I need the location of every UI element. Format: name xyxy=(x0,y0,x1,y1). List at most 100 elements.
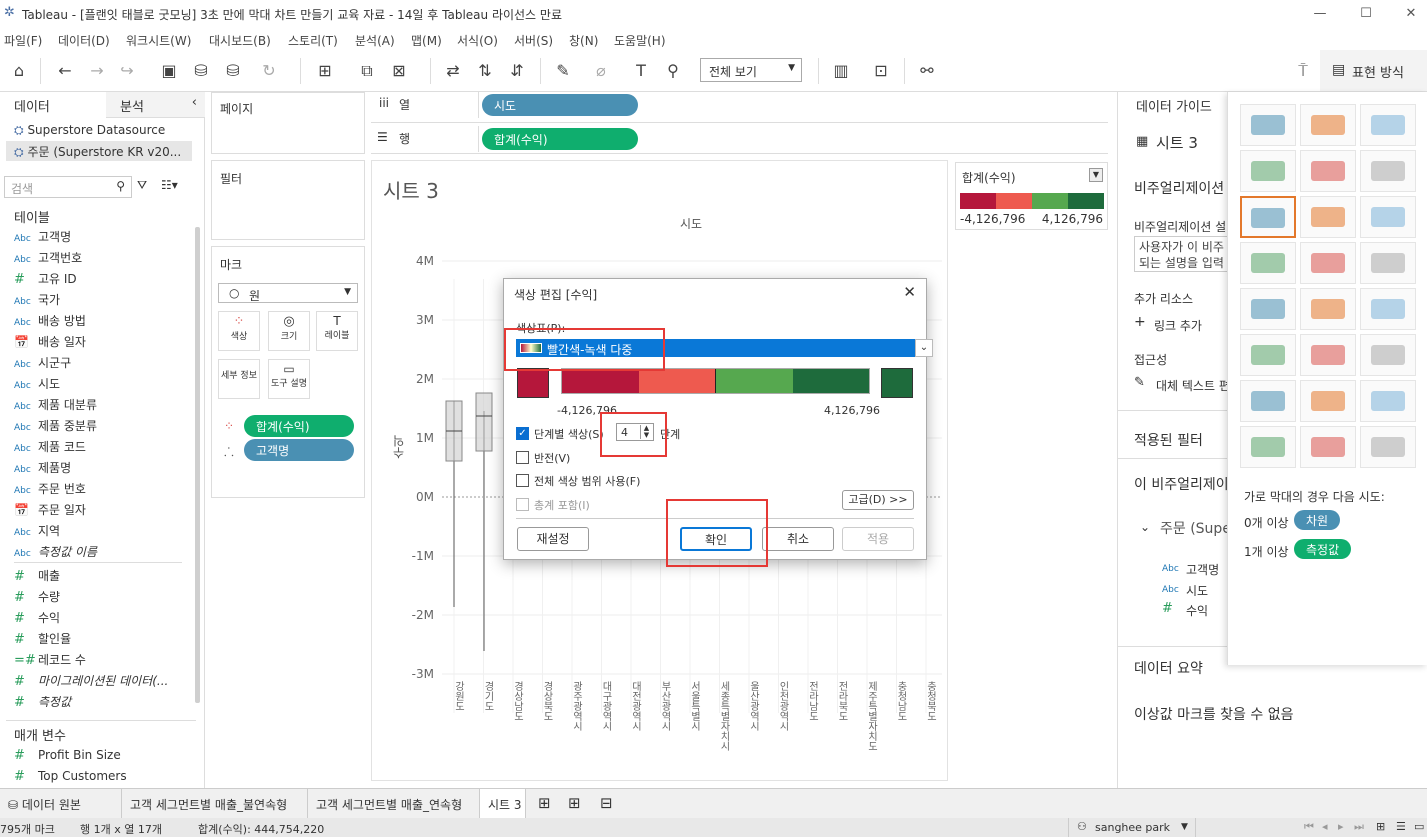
packed-bubbles-icon[interactable] xyxy=(1360,426,1416,468)
continuous-line-icon[interactable] xyxy=(1240,288,1296,330)
tooltip-button[interactable]: ▭ 도구 설명 xyxy=(268,359,310,399)
new-sheet-icon[interactable]: ⊞ xyxy=(314,60,336,82)
field-item[interactable]: =# 레코드 수 xyxy=(14,651,86,672)
menu-server[interactable]: 서버(S) xyxy=(514,32,553,49)
parameter-item[interactable]: # Profit Bin Size xyxy=(14,748,121,769)
list-view-icon[interactable]: ☰ xyxy=(1396,820,1406,833)
tab-data-guide[interactable]: 데이터 가이드 xyxy=(1118,92,1228,118)
field-item[interactable]: Abc 국가 xyxy=(14,291,60,312)
field-item[interactable]: Abc 제품 대분류 xyxy=(14,396,97,417)
tab-analysis[interactable]: 분석 ‹ xyxy=(106,92,205,118)
field-item[interactable]: 📅 배송 일자 xyxy=(14,333,86,354)
dual-line-icon[interactable] xyxy=(1360,288,1416,330)
field-item[interactable]: Abc 고객명 xyxy=(14,228,71,249)
tab-sheet[interactable]: 고객 세그먼트별 매출_불연속형 xyxy=(122,789,308,818)
format-icon[interactable]: ⍑ xyxy=(1292,60,1314,82)
new-dashboard-icon[interactable]: ⊞ xyxy=(568,794,581,812)
size-button[interactable]: ◎ 크기 xyxy=(268,311,310,351)
circle-view-icon[interactable] xyxy=(1300,242,1356,284)
reverse-checkbox[interactable] xyxy=(516,451,529,464)
datasource-item[interactable]: ⛭ Superstore Datasource xyxy=(14,123,165,138)
chevron-down-icon[interactable]: ⌄ xyxy=(1140,520,1150,534)
alt-text-link[interactable]: 대체 텍스트 편 xyxy=(1156,377,1230,394)
field-item[interactable]: Abc 시도 xyxy=(14,375,60,396)
menu-help[interactable]: 도움말(H) xyxy=(614,32,666,49)
menu-map[interactable]: 맵(M) xyxy=(411,32,442,49)
nav-first-icon[interactable]: ⏮ xyxy=(1304,820,1314,834)
marks-pill-customer[interactable]: 고객명 xyxy=(244,439,354,461)
full-range-checkbox[interactable] xyxy=(516,474,529,487)
area-discrete-icon[interactable] xyxy=(1300,334,1356,376)
marks-pill-profit[interactable]: 합계(수익) xyxy=(244,415,354,437)
columns-pill[interactable]: 시도 xyxy=(482,94,638,116)
refresh-icon[interactable]: ↻ xyxy=(258,60,280,82)
advanced-button[interactable]: 고급(D) >> xyxy=(842,490,914,510)
field-item[interactable]: # 수익 xyxy=(14,609,60,630)
apply-button[interactable]: 적용 xyxy=(842,527,914,551)
scatter-plot-icon[interactable] xyxy=(1240,380,1296,422)
include-totals-checkbox[interactable] xyxy=(516,498,529,511)
min-color-swatch[interactable] xyxy=(517,368,549,398)
menu-window[interactable]: 창(N) xyxy=(569,32,598,49)
add-link[interactable]: 링크 추가 xyxy=(1154,317,1202,334)
label-icon[interactable]: T xyxy=(630,60,652,82)
search-input[interactable]: 검색 ⚲ xyxy=(4,176,132,198)
field-item[interactable]: # 매출 xyxy=(14,567,60,588)
new-worksheet-icon[interactable]: ⊞ xyxy=(538,794,551,812)
histogram-icon[interactable] xyxy=(1300,380,1356,422)
field-item[interactable]: Abc 시군구 xyxy=(14,354,71,375)
detail-button[interactable]: 세부 정보 xyxy=(218,359,260,399)
symbol-map-icon[interactable] xyxy=(1240,150,1296,192)
back-icon[interactable]: ← xyxy=(54,60,76,82)
menu-data[interactable]: 데이터(D) xyxy=(58,32,110,49)
color-button[interactable]: ⁘ 색상 xyxy=(218,311,260,351)
tab-sheet[interactable]: 고객 세그먼트별 매출_연속형 xyxy=(308,789,480,818)
rows-pill[interactable]: 합계(수익) xyxy=(482,128,638,150)
tab-data[interactable]: 데이터 xyxy=(0,92,106,118)
presentation-icon[interactable]: ⊡ xyxy=(870,60,892,82)
max-color-swatch[interactable] xyxy=(881,368,913,398)
menu-worksheet[interactable]: 워크시트(W) xyxy=(126,32,191,49)
field-item[interactable]: # 수량 xyxy=(14,588,60,609)
parameter-item[interactable]: # Top Customers xyxy=(14,769,127,790)
pages-shelf[interactable]: 페이지 xyxy=(211,92,365,154)
view-options-icon[interactable]: ☷▾ xyxy=(161,178,178,192)
field-item[interactable]: Abc 배송 방법 xyxy=(14,312,86,333)
close-icon[interactable]: ✕ xyxy=(903,283,916,301)
scrollbar[interactable] xyxy=(195,227,200,703)
field-item[interactable]: Abc 제품 코드 xyxy=(14,438,86,459)
filmstrip-icon[interactable]: ▭ xyxy=(1414,820,1424,833)
home-icon[interactable]: ⌂ xyxy=(8,60,30,82)
nav-last-icon[interactable]: ⏭ xyxy=(1354,820,1364,834)
new-datasource-icon[interactable]: ⛁ xyxy=(190,60,212,82)
sort-descending-icon[interactable]: ⇵ xyxy=(506,60,528,82)
share-icon[interactable]: ⚯ xyxy=(916,60,938,82)
show-cards-icon[interactable]: ▥ xyxy=(830,60,852,82)
field-item[interactable]: Abc 고객번호 xyxy=(14,249,82,270)
forward-icon[interactable]: → xyxy=(86,60,108,82)
area-continuous-icon[interactable] xyxy=(1240,334,1296,376)
filters-shelf[interactable]: 필터 xyxy=(211,160,365,240)
plus-icon[interactable]: + xyxy=(1134,314,1146,330)
menu-file[interactable]: 파일(F) xyxy=(4,32,42,49)
menu-dashboard[interactable]: 대시보드(B) xyxy=(209,32,271,49)
chevron-down-icon[interactable]: ⌄ xyxy=(915,339,933,357)
label-button[interactable]: T 레이블 xyxy=(316,311,358,351)
field-item[interactable]: # 할인율 xyxy=(14,630,71,651)
user-menu[interactable]: ⚇ sanghee park ▼ xyxy=(1068,818,1196,837)
duplicate-sheet-icon[interactable]: ⧉ xyxy=(356,60,378,82)
highlight-table-icon[interactable] xyxy=(1360,104,1416,146)
view-size-select[interactable]: 전체 보기 ▼ xyxy=(700,58,802,82)
legend-menu-icon[interactable]: ▼ xyxy=(1089,168,1103,182)
dual-combination-icon[interactable] xyxy=(1360,334,1416,376)
pie-chart-icon[interactable] xyxy=(1360,150,1416,192)
clear-sheet-icon[interactable]: ⊠ xyxy=(388,60,410,82)
color-legend[interactable]: 합계(수익) ▼ -4,126,796 4,126,796 xyxy=(955,162,1108,230)
nav-prev-icon[interactable]: ◂ xyxy=(1322,820,1328,833)
show-me-button[interactable]: ▤ 표현 방식 xyxy=(1320,50,1427,91)
gantt-chart-icon[interactable] xyxy=(1240,426,1296,468)
redo-icon[interactable]: ↪ xyxy=(116,60,138,82)
field-item[interactable]: Abc 지역 xyxy=(14,522,60,543)
new-story-icon[interactable]: ⊟ xyxy=(600,794,613,812)
field-item[interactable]: Abc 제품 중분류 xyxy=(14,417,97,438)
